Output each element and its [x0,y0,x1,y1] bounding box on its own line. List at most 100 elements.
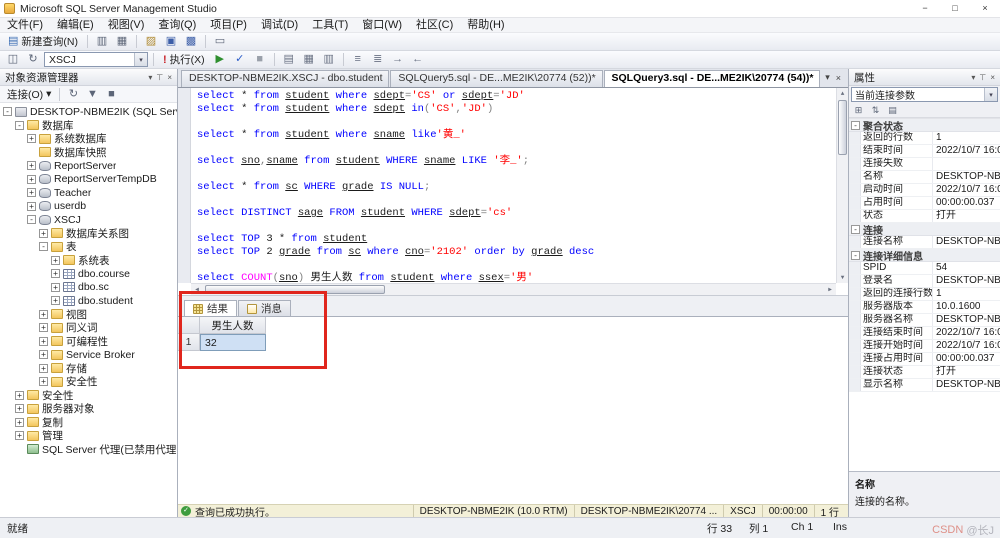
vertical-scroll-thumb[interactable] [838,100,847,155]
chevron-down-icon[interactable]: ▾ [134,53,147,66]
alphabetical-button[interactable]: ⇅ [868,104,883,117]
tree-expander[interactable]: - [3,107,12,116]
code-line[interactable] [197,116,836,129]
tree-expander[interactable]: - [27,215,36,224]
tree-expander[interactable]: + [51,256,60,265]
property-category[interactable]: -连接 [849,223,1000,236]
tree-expander[interactable]: + [15,391,24,400]
connect-button[interactable]: 连接(O)▾ [3,86,55,102]
tree-expander[interactable]: + [39,377,48,386]
tree-item[interactable]: +dbo.course [0,267,177,281]
tree-item[interactable]: -DESKTOP-NBME2IK (SQL Server 10.0.160... [0,105,177,119]
tree-expander[interactable]: + [15,431,24,440]
collapse-icon[interactable]: - [851,121,860,130]
code-line[interactable]: select * from student where sdept='CS' o… [197,90,836,103]
chevron-down-icon[interactable]: ▾ [971,73,975,82]
property-row[interactable]: 名称DESKTOP-NBME2IK [849,171,1000,184]
tree-expander[interactable]: + [51,269,60,278]
tree-item[interactable]: 数据库快照 [0,146,177,160]
tree-item[interactable]: +系统表 [0,254,177,268]
minimize-button[interactable]: − [910,0,940,17]
tree-expander[interactable]: + [27,202,36,211]
code-line[interactable]: select * from student where sdept in('CS… [197,103,836,116]
code-line[interactable] [197,168,836,181]
code-line[interactable]: select * from sc WHERE grade IS NULL; [197,181,836,194]
chevron-down-icon[interactable]: ▾ [148,73,152,82]
property-row[interactable]: 连接开始时间2022/10/7 16:05:14 [849,340,1000,353]
tree-expander[interactable]: + [39,310,48,319]
code-line[interactable]: select DISTINCT sage FROM student WHERE … [197,207,836,220]
tree-item[interactable]: +存储 [0,362,177,376]
tab-close-icon[interactable]: × [836,73,841,83]
property-row[interactable]: SPID54 [849,262,1000,275]
property-category[interactable]: -连接详细信息 [849,249,1000,262]
code-line[interactable] [197,220,836,233]
menu-item[interactable]: 窗口(W) [355,18,409,33]
change-connection-button[interactable]: ↻ [24,52,42,68]
tree-item[interactable]: +Teacher [0,186,177,200]
tree-item[interactable]: +可编程性 [0,335,177,349]
outdent-button[interactable]: ← [409,52,427,68]
tree-expander[interactable]: + [27,175,36,184]
code-line[interactable]: select * from student where sname like'黄… [197,129,836,142]
property-row[interactable]: 显示名称DESKTOP-NBME2IK [849,379,1000,392]
collapse-icon[interactable]: - [851,225,860,234]
property-row[interactable]: 登录名DESKTOP-NBME2IK [849,275,1000,288]
property-row[interactable]: 占用时间00:00:00.037 [849,197,1000,210]
chevron-down-icon[interactable]: ▾ [984,88,997,101]
stop-button[interactable]: ■ [102,86,120,102]
tree-expander[interactable]: + [39,323,48,332]
tree-item[interactable]: -表 [0,240,177,254]
close-button[interactable]: × [970,0,1000,17]
tree-item[interactable]: +Service Broker [0,348,177,362]
indent-button[interactable]: → [389,52,407,68]
print-button[interactable]: ▭ [211,34,229,50]
tree-expander[interactable]: + [27,134,36,143]
property-row[interactable]: 服务器版本10.0.1600 [849,301,1000,314]
filter-button[interactable]: ▼ [83,86,101,102]
horizontal-scroll-thumb[interactable] [205,285,385,294]
property-row[interactable]: 服务器名称DESKTOP-NBME2IK [849,314,1000,327]
scroll-up-icon[interactable]: ▲ [837,88,849,99]
tree-item[interactable]: -数据库 [0,119,177,133]
document-tab[interactable]: SQLQuery3.sql - DE...ME2IK\20774 (54))* [604,70,821,87]
menu-item[interactable]: 项目(P) [203,18,254,33]
connection-parameters-combo[interactable]: 当前连接参数 ▾ [851,87,998,102]
property-category[interactable]: -聚合状态 [849,119,1000,132]
tree-expander[interactable]: - [39,242,48,251]
tree-expander[interactable]: + [27,188,36,197]
code-line[interactable]: select TOP 3 * from student [197,233,836,246]
scroll-down-icon[interactable]: ▼ [837,272,849,283]
tree-expander[interactable]: + [51,283,60,292]
editor-code[interactable]: select * from student where sdept='CS' o… [191,90,836,283]
code-line[interactable] [197,259,836,272]
tree-item[interactable]: +数据库关系图 [0,227,177,241]
connect-query-button[interactable]: ◫ [4,52,22,68]
property-pages-button[interactable]: ▤ [885,104,900,117]
property-row[interactable]: 启动时间2022/10/7 16:05:14 [849,184,1000,197]
grid-cell[interactable]: 32 [200,334,266,351]
property-row[interactable]: 连接失败 [849,158,1000,171]
code-line[interactable]: select COUNT(sno) 男生人数 from student wher… [197,272,836,283]
messages-tab[interactable]: 消息 [238,300,291,316]
uncomment-button[interactable]: ≣ [369,52,387,68]
results-to-text-button[interactable]: ▤ [280,52,298,68]
tree-expander[interactable]: + [39,337,48,346]
categorized-button[interactable]: ⊞ [851,104,866,117]
document-tab[interactable]: DESKTOP-NBME2IK.XSCJ - dbo.student [181,70,389,87]
tree-item[interactable]: +服务器对象 [0,402,177,416]
menu-item[interactable]: 编辑(E) [50,18,101,33]
tree-item[interactable]: +安全性 [0,389,177,403]
editor-vertical-scrollbar[interactable]: ▲ ▼ [836,88,848,283]
save-all-button[interactable]: ▩ [182,34,200,50]
tree-expander[interactable]: + [27,161,36,170]
comment-button[interactable]: ≡ [349,52,367,68]
scroll-left-icon[interactable]: ◀ [191,284,203,295]
tree-expander[interactable]: - [15,121,24,130]
collapse-icon[interactable]: - [851,251,860,260]
tree-item[interactable]: +ReportServerTempDB [0,173,177,187]
menu-item[interactable]: 视图(V) [101,18,152,33]
property-row[interactable]: 连接占用时间00:00:00.037 [849,353,1000,366]
tree-expander[interactable]: + [15,418,24,427]
code-line[interactable]: select TOP 2 grade from sc where cno='21… [197,246,836,259]
